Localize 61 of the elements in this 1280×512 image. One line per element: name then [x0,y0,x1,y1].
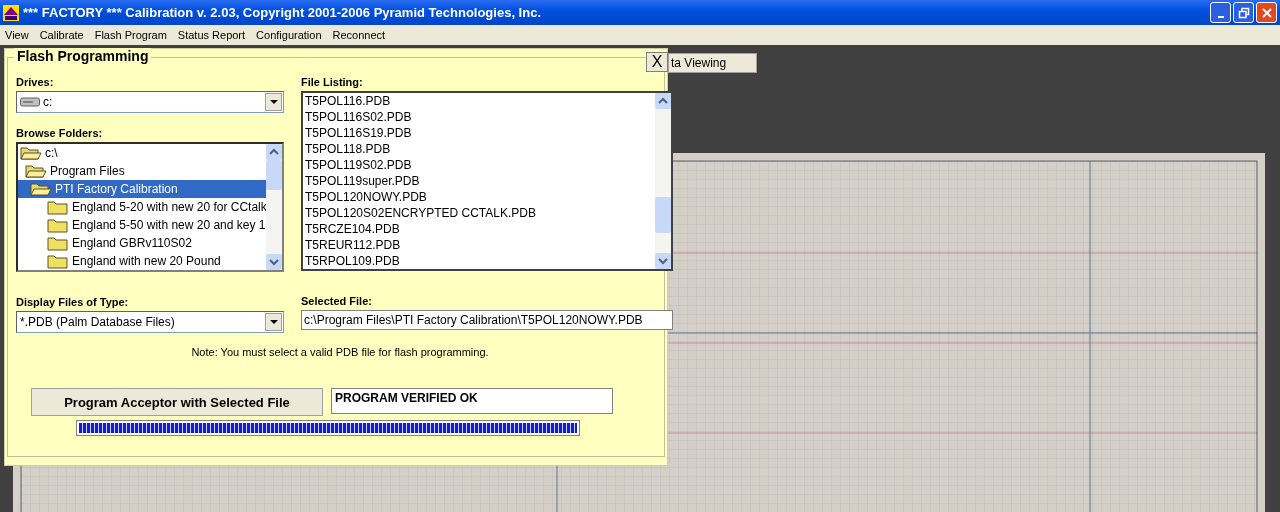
file-item[interactable]: T5RPOL109.PDB [303,253,655,269]
scroll-down-icon [266,254,282,270]
file-item[interactable]: T5REUR112.PDB [303,237,655,253]
field-label: Browse Folders: [16,127,104,141]
folder-icon [47,235,69,251]
restore-button[interactable] [1233,2,1254,23]
close-button[interactable] [1256,2,1277,23]
minimize-icon [1217,15,1224,18]
menu-item[interactable]: Flash Program [94,29,167,41]
close-icon [1260,6,1273,19]
pyramid-icon [3,4,19,21]
restore-icon [1237,6,1250,19]
window-title: *** FACTORY *** Calibration v. 2.03, Copyright 2001-2006 Pyramid Technologies, Inc. [23,5,541,20]
folder-item[interactable]: England with new 20 Pound [18,252,266,270]
folder-item[interactable]: England 5-50 with new 20 and key 1 [18,216,266,234]
scroll-up-icon [655,93,671,109]
field-label: File Listing: [301,76,364,90]
menu-item[interactable]: Status Report [177,29,246,41]
menu-item[interactable]: View [5,29,29,41]
file-item[interactable]: T5POL120NOWY.PDB [303,189,655,205]
open-folder-icon [25,163,47,179]
field-label: Drives: [16,76,55,90]
file-item[interactable]: T5POL119S02.PDB [303,157,655,173]
folder-item[interactable]: c:\ [18,144,266,162]
folder-icon [47,253,69,269]
file-item[interactable]: T5POL119super.PDB [303,173,655,189]
file-item[interactable]: T5POL116S02.PDB [303,109,655,125]
file-item[interactable]: T5POL116S19.PDB [303,125,655,141]
file-item[interactable]: T5POL120S02ENCRYPTED CCTALK.PDB [303,205,655,221]
drives-dropdown[interactable]: c: [16,91,284,113]
minimize-button[interactable] [1210,2,1231,23]
data-viewing-button[interactable]: ta Viewing [668,53,757,73]
scrollbar[interactable] [266,144,282,270]
menu-item[interactable]: Reconnect [332,29,386,41]
note-text: Note: You must select a valid PDB file for flash programming. [190,346,490,358]
scroll-thumb[interactable] [655,197,671,233]
program-acceptor-button[interactable]: Program Acceptor with Selected File [31,388,323,416]
open-folder-icon [30,181,52,197]
folder-item[interactable]: Program Files [18,162,266,180]
dialog-close-button[interactable]: X [646,52,668,72]
file-item[interactable]: T5POL116.PDB [303,93,655,109]
field-label: Display Files of Type: [16,296,130,310]
file-item[interactable]: T5RCZE104.PDB [303,221,655,237]
scrollbar[interactable] [655,93,671,269]
drive-icon [20,97,40,107]
dialog-title: Flash Programming [14,48,152,64]
file-item[interactable]: T5POL118.PDB [303,141,655,157]
field-label: Selected File: [301,295,373,309]
scroll-up-icon [266,144,282,160]
folder-item[interactable]: PTI Factory Calibration [18,180,266,198]
status-field: PROGRAM VERIFIED OK [331,388,613,414]
open-folder-icon [20,145,42,161]
folder-item[interactable]: England GBRv110S02 [18,234,266,252]
menu-item[interactable]: Configuration [256,29,322,41]
scroll-down-icon [655,253,671,269]
file-type-dropdown[interactable]: *.PDB (Palm Database Files) [16,311,284,333]
folder-item[interactable]: England 5-20 with new 20 for CCtalk [18,198,266,216]
folder-icon [47,217,69,233]
scroll-thumb[interactable] [266,160,282,190]
menu-item[interactable]: Calibrate [39,29,84,41]
selected-file-field[interactable]: c:\Program Files\PTI Factory Calibration\T5POL120NOWY.PDB [301,310,673,330]
